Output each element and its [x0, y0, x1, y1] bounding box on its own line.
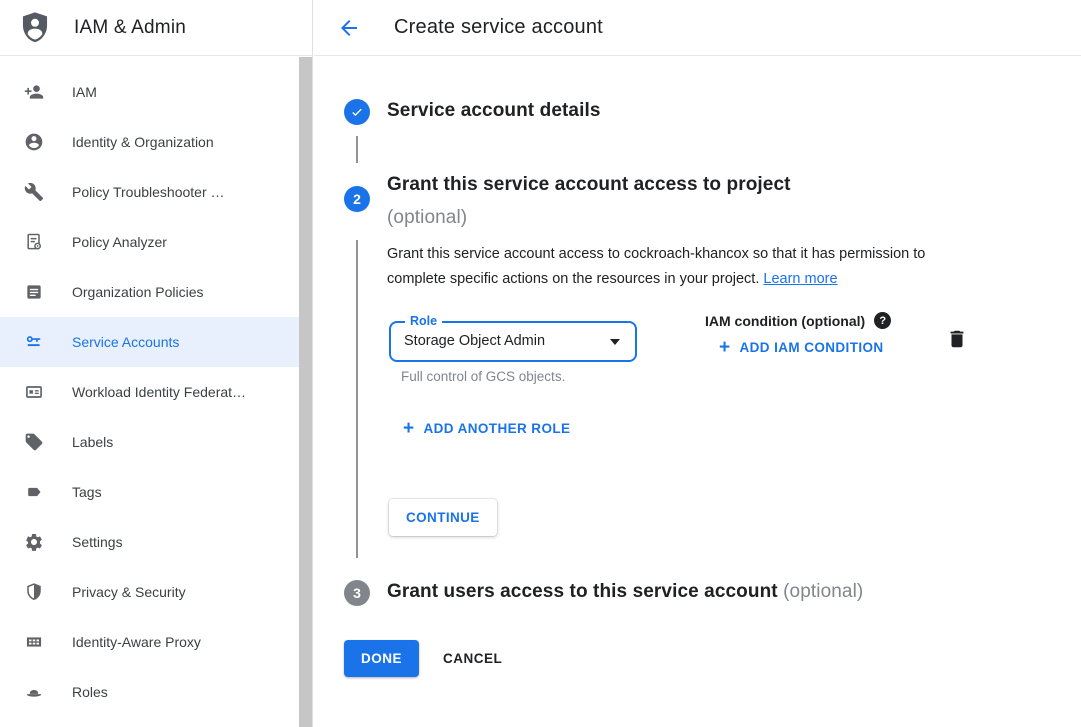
step3-title-text: Grant users access to this service accou… — [387, 581, 778, 602]
sidebar-item-label: Policy Analyzer — [72, 234, 167, 250]
person-add-icon — [24, 82, 44, 102]
step3-title: Grant users access to this service accou… — [387, 581, 863, 603]
sidebar-item-label: Workload Identity Federat… — [72, 384, 246, 400]
add-another-role-label: ADD ANOTHER ROLE — [424, 421, 571, 436]
arrow-back-icon[interactable] — [337, 16, 361, 40]
step-connector — [356, 240, 358, 558]
wrench-icon — [24, 182, 44, 202]
sidebar-title: IAM & Admin — [74, 17, 186, 39]
step2-description: Grant this service account access to coc… — [387, 242, 979, 292]
check-icon — [349, 104, 365, 120]
sidebar: IAM & Admin IAM Identity & Organization … — [0, 0, 313, 727]
done-button[interactable]: DONE — [344, 640, 419, 677]
sidebar-item-label: Settings — [72, 534, 123, 550]
sidebar-header: IAM & Admin — [0, 0, 312, 56]
document-search-icon — [24, 232, 44, 252]
sidebar-item-label: Roles — [72, 684, 108, 700]
trash-icon — [946, 328, 968, 350]
service-account-key-icon — [24, 332, 44, 352]
step2-title-text: Grant this service account access to pro… — [387, 168, 1007, 201]
sidebar-item-service-accounts[interactable]: Service Accounts — [0, 317, 299, 367]
hat-icon — [24, 682, 44, 702]
delete-role-button[interactable] — [946, 327, 970, 351]
step2-number: 2 — [353, 191, 361, 207]
sidebar-item-policy-analyzer[interactable]: Policy Analyzer — [0, 217, 299, 267]
chevron-down-icon — [610, 339, 620, 345]
help-icon[interactable]: ? — [874, 312, 891, 329]
sidebar-item-labels[interactable]: Labels — [0, 417, 299, 467]
role-selected-value: Storage Object Admin — [391, 323, 635, 360]
iam-admin-shield-icon — [18, 11, 52, 45]
sidebar-item-identity-organization[interactable]: Identity & Organization — [0, 117, 299, 167]
sidebar-item-settings[interactable]: Settings — [0, 517, 299, 567]
document-lines-icon — [24, 282, 44, 302]
sidebar-nav: IAM Identity & Organization Policy Troub… — [0, 56, 312, 717]
sidebar-item-label: Labels — [72, 434, 113, 450]
sidebar-item-privacy-security[interactable]: Privacy & Security — [0, 567, 299, 617]
add-another-role-button[interactable]: + ADD ANOTHER ROLE — [403, 421, 570, 436]
continue-button[interactable]: CONTINUE — [389, 499, 497, 536]
step3-optional-label: (optional) — [783, 581, 863, 602]
shield-half-icon — [24, 582, 44, 602]
step2-title: Grant this service account access to pro… — [387, 168, 1007, 234]
add-iam-condition-button[interactable]: + ADD IAM CONDITION — [719, 340, 884, 355]
step2-optional-label: (optional) — [387, 201, 1007, 234]
gear-icon — [24, 532, 44, 552]
sidebar-item-organization-policies[interactable]: Organization Policies — [0, 267, 299, 317]
proxy-grid-icon — [24, 632, 44, 652]
label-tag-icon — [24, 432, 44, 452]
role-select[interactable]: Role Storage Object Admin — [389, 321, 637, 362]
iam-condition-label: IAM condition (optional) — [705, 313, 865, 329]
add-iam-condition-label: ADD IAM CONDITION — [740, 340, 884, 355]
account-circle-icon — [24, 132, 44, 152]
plus-icon: + — [719, 341, 731, 355]
sidebar-item-tags[interactable]: Tags — [0, 467, 299, 517]
step3-number: 3 — [353, 585, 361, 601]
page-title: Create service account — [394, 16, 603, 39]
sidebar-item-label: Service Accounts — [72, 334, 179, 350]
learn-more-link[interactable]: Learn more — [763, 271, 837, 287]
sidebar-item-label: IAM — [72, 84, 97, 100]
sidebar-item-label: Privacy & Security — [72, 584, 186, 600]
sidebar-item-label: Policy Troubleshooter … — [72, 184, 225, 200]
iam-condition-row: IAM condition (optional) ? — [705, 312, 891, 329]
role-field-label: Role — [405, 314, 442, 328]
sidebar-item-iam[interactable]: IAM — [0, 67, 299, 117]
step2-number-badge: 2 — [344, 186, 370, 212]
tag-arrow-icon — [24, 482, 44, 502]
role-helper-text: Full control of GCS objects. — [401, 369, 565, 384]
main-header: Create service account — [314, 0, 1081, 56]
sidebar-item-roles[interactable]: Roles — [0, 667, 299, 717]
step3-number-badge: 3 — [344, 580, 370, 606]
cancel-button[interactable]: CANCEL — [443, 640, 502, 677]
step2-description-text: Grant this service account access to coc… — [387, 246, 925, 287]
sidebar-item-policy-troubleshooter[interactable]: Policy Troubleshooter … — [0, 167, 299, 217]
sidebar-item-identity-aware-proxy[interactable]: Identity-Aware Proxy — [0, 617, 299, 667]
step1-title: Service account details — [387, 100, 601, 122]
sidebar-scrollbar[interactable] — [299, 57, 312, 727]
sidebar-item-label: Identity-Aware Proxy — [72, 634, 201, 650]
sidebar-item-workload-identity-federation[interactable]: Workload Identity Federat… — [0, 367, 299, 417]
id-card-icon — [24, 382, 44, 402]
plus-icon: + — [403, 422, 415, 436]
sidebar-item-label: Identity & Organization — [72, 134, 214, 150]
sidebar-item-label: Organization Policies — [72, 284, 204, 300]
sidebar-item-label: Tags — [72, 484, 102, 500]
step1-complete-badge — [344, 99, 370, 125]
step-connector — [356, 136, 358, 163]
